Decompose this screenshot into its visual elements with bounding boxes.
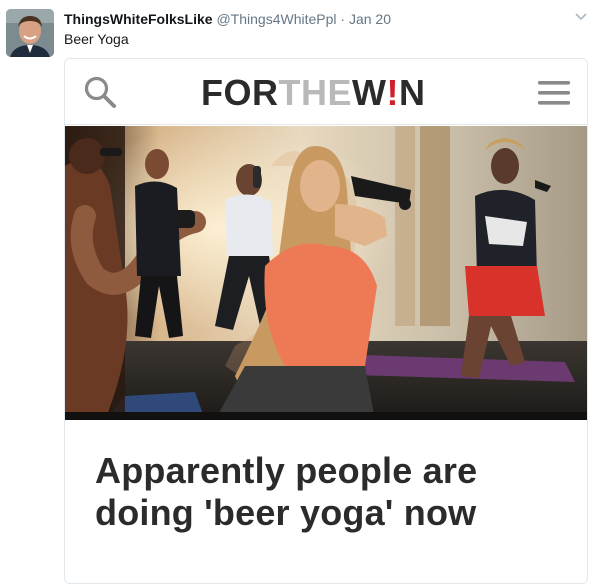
tweet-text: Beer Yoga [64, 31, 129, 47]
logo-part-the: THE [278, 72, 352, 113]
link-card[interactable]: FORTHEW!N Apparently people are doing 'b… [64, 58, 588, 584]
display-name[interactable]: ThingsWhiteFolksLike [64, 11, 213, 27]
tweet: ThingsWhiteFolksLike @Things4WhitePpl · … [0, 0, 600, 587]
logo-part-w: W [352, 72, 387, 113]
separator: · [340, 11, 346, 27]
avatar[interactable] [6, 9, 54, 57]
article-photo[interactable] [65, 126, 587, 420]
logo-part-n: N [398, 72, 426, 113]
article-title[interactable]: Apparently people are doing 'beer yoga' … [95, 450, 565, 534]
timestamp[interactable]: Jan 20 [349, 11, 391, 27]
chevron-down-icon[interactable] [574, 9, 588, 21]
logo-part-for: FOR [201, 72, 279, 113]
card-header: FORTHEW!N [65, 59, 587, 125]
user-handle[interactable]: @Things4WhitePpl [216, 11, 336, 27]
search-icon[interactable] [83, 75, 117, 109]
hamburger-menu-icon[interactable] [537, 80, 571, 106]
brand-logo[interactable]: FORTHEW!N [201, 73, 425, 113]
logo-part-exclamation: ! [386, 72, 399, 113]
tweet-header: ThingsWhiteFolksLike @Things4WhitePpl · … [64, 10, 560, 28]
